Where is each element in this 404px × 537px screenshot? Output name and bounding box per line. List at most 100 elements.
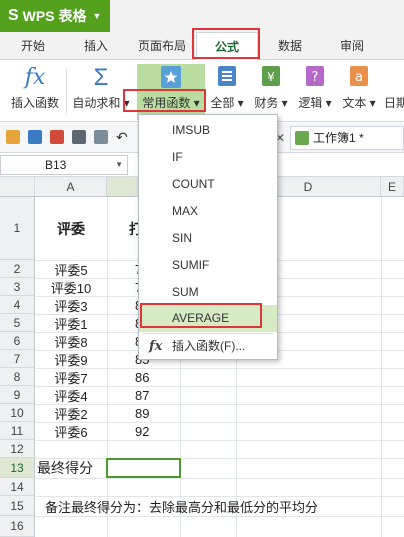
judge-cell[interactable]: 评委8 (35, 332, 107, 350)
row-header[interactable]: 10 (0, 404, 35, 422)
function-list-icon (208, 64, 246, 92)
score-cell[interactable]: 86 (107, 368, 167, 386)
caret-down-icon: ▼ (92, 11, 102, 21)
judge-cell[interactable]: 评委3 (35, 296, 107, 314)
final-score-label[interactable]: 最终得分 (35, 458, 107, 478)
finance-functions-button[interactable]: ¥ 财务 ▾ (252, 64, 290, 120)
ribbon: fx 插入函数 Σ 自动求和 ▾ 常用函数 ▾ 全部 ▾ ¥ 财务 ▾ ? 逻辑… (0, 60, 404, 122)
logic-functions-button[interactable]: ? 逻辑 ▾ (296, 64, 334, 120)
header-cell-score[interactable]: 打 (107, 197, 143, 260)
row-header[interactable]: 9 (0, 386, 35, 404)
row-header[interactable]: 5 (0, 314, 35, 332)
menu-item-max[interactable]: MAX (139, 198, 277, 225)
name-box[interactable]: B13 ▼ (0, 155, 128, 175)
column-header-a[interactable]: A (35, 177, 107, 197)
row-header[interactable]: 12 (0, 440, 35, 458)
selected-cell-b13[interactable] (106, 458, 181, 478)
score-cell[interactable]: 8 (107, 296, 142, 314)
dropdown-arrow-icon: ▼ (115, 160, 123, 169)
save-icon[interactable] (28, 130, 42, 144)
title-bar: S WPS 表格 ▼ (0, 0, 404, 32)
undo-icon[interactable]: ↶ (116, 130, 130, 144)
tab-data[interactable]: 数据 (266, 32, 314, 60)
score-cell[interactable]: 7 (107, 260, 142, 278)
row-header[interactable]: 15 (0, 496, 35, 516)
autosum-button[interactable]: Σ 自动求和 ▾ (70, 64, 132, 120)
judge-cell[interactable]: 评委1 (35, 314, 107, 332)
menu-item-insert-function[interactable]: fx 插入函数(F)... (139, 333, 277, 360)
score-cell[interactable]: 92 (107, 422, 167, 440)
score-cell[interactable]: 8 (107, 314, 142, 332)
judge-cell[interactable]: 评委7 (35, 368, 107, 386)
common-functions-menu: IMSUB IF COUNT MAX SIN SUMIF SUM AVERAGE… (138, 114, 278, 360)
svg-text:?: ? (312, 70, 319, 85)
menu-item-count[interactable]: COUNT (139, 171, 277, 198)
row-header[interactable]: 13 (0, 458, 35, 478)
grid-line (35, 440, 404, 441)
all-functions-label: 全部 ▾ (210, 96, 244, 110)
document-tab[interactable]: 工作簿1 * (290, 126, 404, 150)
print-preview-icon[interactable] (94, 130, 108, 144)
judge-cell[interactable]: 评委4 (35, 386, 107, 404)
menu-item-average[interactable]: AVERAGE (139, 305, 277, 332)
score-cell[interactable]: 87 (107, 386, 167, 404)
open-folder-icon[interactable] (6, 130, 20, 144)
row-header[interactable]: 14 (0, 478, 35, 496)
judge-cell[interactable]: 评委9 (35, 350, 107, 368)
score-cell[interactable]: 89 (107, 404, 167, 422)
svg-text:a: a (355, 70, 363, 85)
logic-label: 逻辑 ▾ (298, 96, 332, 110)
common-functions-label: 常用函数 ▾ (142, 96, 200, 110)
logic-icon: ? (296, 64, 334, 92)
common-functions-button[interactable]: 常用函数 ▾ (137, 64, 205, 120)
menu-item-sumif[interactable]: SUMIF (139, 252, 277, 279)
date-functions-button[interactable]: 日期 (384, 64, 404, 120)
row-header[interactable]: 2 (0, 260, 35, 278)
score-cell[interactable]: 7 (107, 278, 142, 296)
judge-cell[interactable]: 评委5 (35, 260, 107, 278)
judge-cell[interactable]: 评委2 (35, 404, 107, 422)
tab-formula[interactable]: 公式 (196, 32, 258, 61)
tab-review[interactable]: 审阅 (328, 32, 376, 60)
row-header[interactable]: 3 (0, 278, 35, 296)
text-functions-button[interactable]: a 文本 ▾ (340, 64, 378, 120)
note-cell[interactable]: 备注最终得分为：去除最高分和最低分的平均分 (35, 496, 404, 516)
judge-cell[interactable]: 评委6 (35, 422, 107, 440)
menu-item-sum[interactable]: SUM (139, 279, 277, 306)
row-header[interactable]: 8 (0, 368, 35, 386)
header-cell-judge[interactable]: 评委 (35, 197, 107, 260)
print-icon[interactable] (72, 130, 86, 144)
fx-icon: fx (149, 339, 163, 354)
tab-home[interactable]: 开始 (8, 32, 58, 60)
ribbon-separator (66, 68, 67, 114)
row-header[interactable]: 7 (0, 350, 35, 368)
score-cell[interactable]: 8 (107, 332, 142, 350)
sigma-icon: Σ (93, 64, 109, 91)
autosum-label: 自动求和 ▾ (72, 96, 130, 110)
menu-item-if[interactable]: IF (139, 144, 277, 171)
column-header-e[interactable]: E (381, 177, 404, 197)
date-label: 日期 (384, 96, 404, 110)
ribbon-tabs: 开始 插入 页面布局 公式 数据 审阅 (0, 32, 404, 61)
finance-icon: ¥ (252, 64, 290, 92)
spreadsheet-icon (295, 131, 309, 145)
row-header[interactable]: 1 (0, 197, 35, 260)
app-menu-button[interactable]: S WPS 表格 ▼ (0, 0, 110, 32)
row-header[interactable]: 16 (0, 516, 35, 537)
tab-page-layout[interactable]: 页面布局 (130, 32, 194, 60)
insert-function-button[interactable]: fx 插入函数 (6, 64, 64, 120)
tab-insert[interactable]: 插入 (70, 32, 122, 60)
row-header[interactable]: 11 (0, 422, 35, 440)
text-function-icon: a (340, 64, 378, 92)
fx-icon: fx (24, 65, 46, 90)
all-functions-button[interactable]: 全部 ▾ (208, 64, 246, 120)
judge-cell[interactable]: 评委10 (35, 278, 107, 296)
row-header[interactable]: 6 (0, 332, 35, 350)
grid-line (35, 516, 404, 517)
select-all-corner[interactable] (0, 177, 35, 197)
menu-item-sin[interactable]: SIN (139, 225, 277, 252)
menu-item-imsub[interactable]: IMSUB (139, 117, 277, 144)
svg-text:¥: ¥ (267, 70, 275, 84)
row-header[interactable]: 4 (0, 296, 35, 314)
export-pdf-icon[interactable] (50, 130, 64, 144)
